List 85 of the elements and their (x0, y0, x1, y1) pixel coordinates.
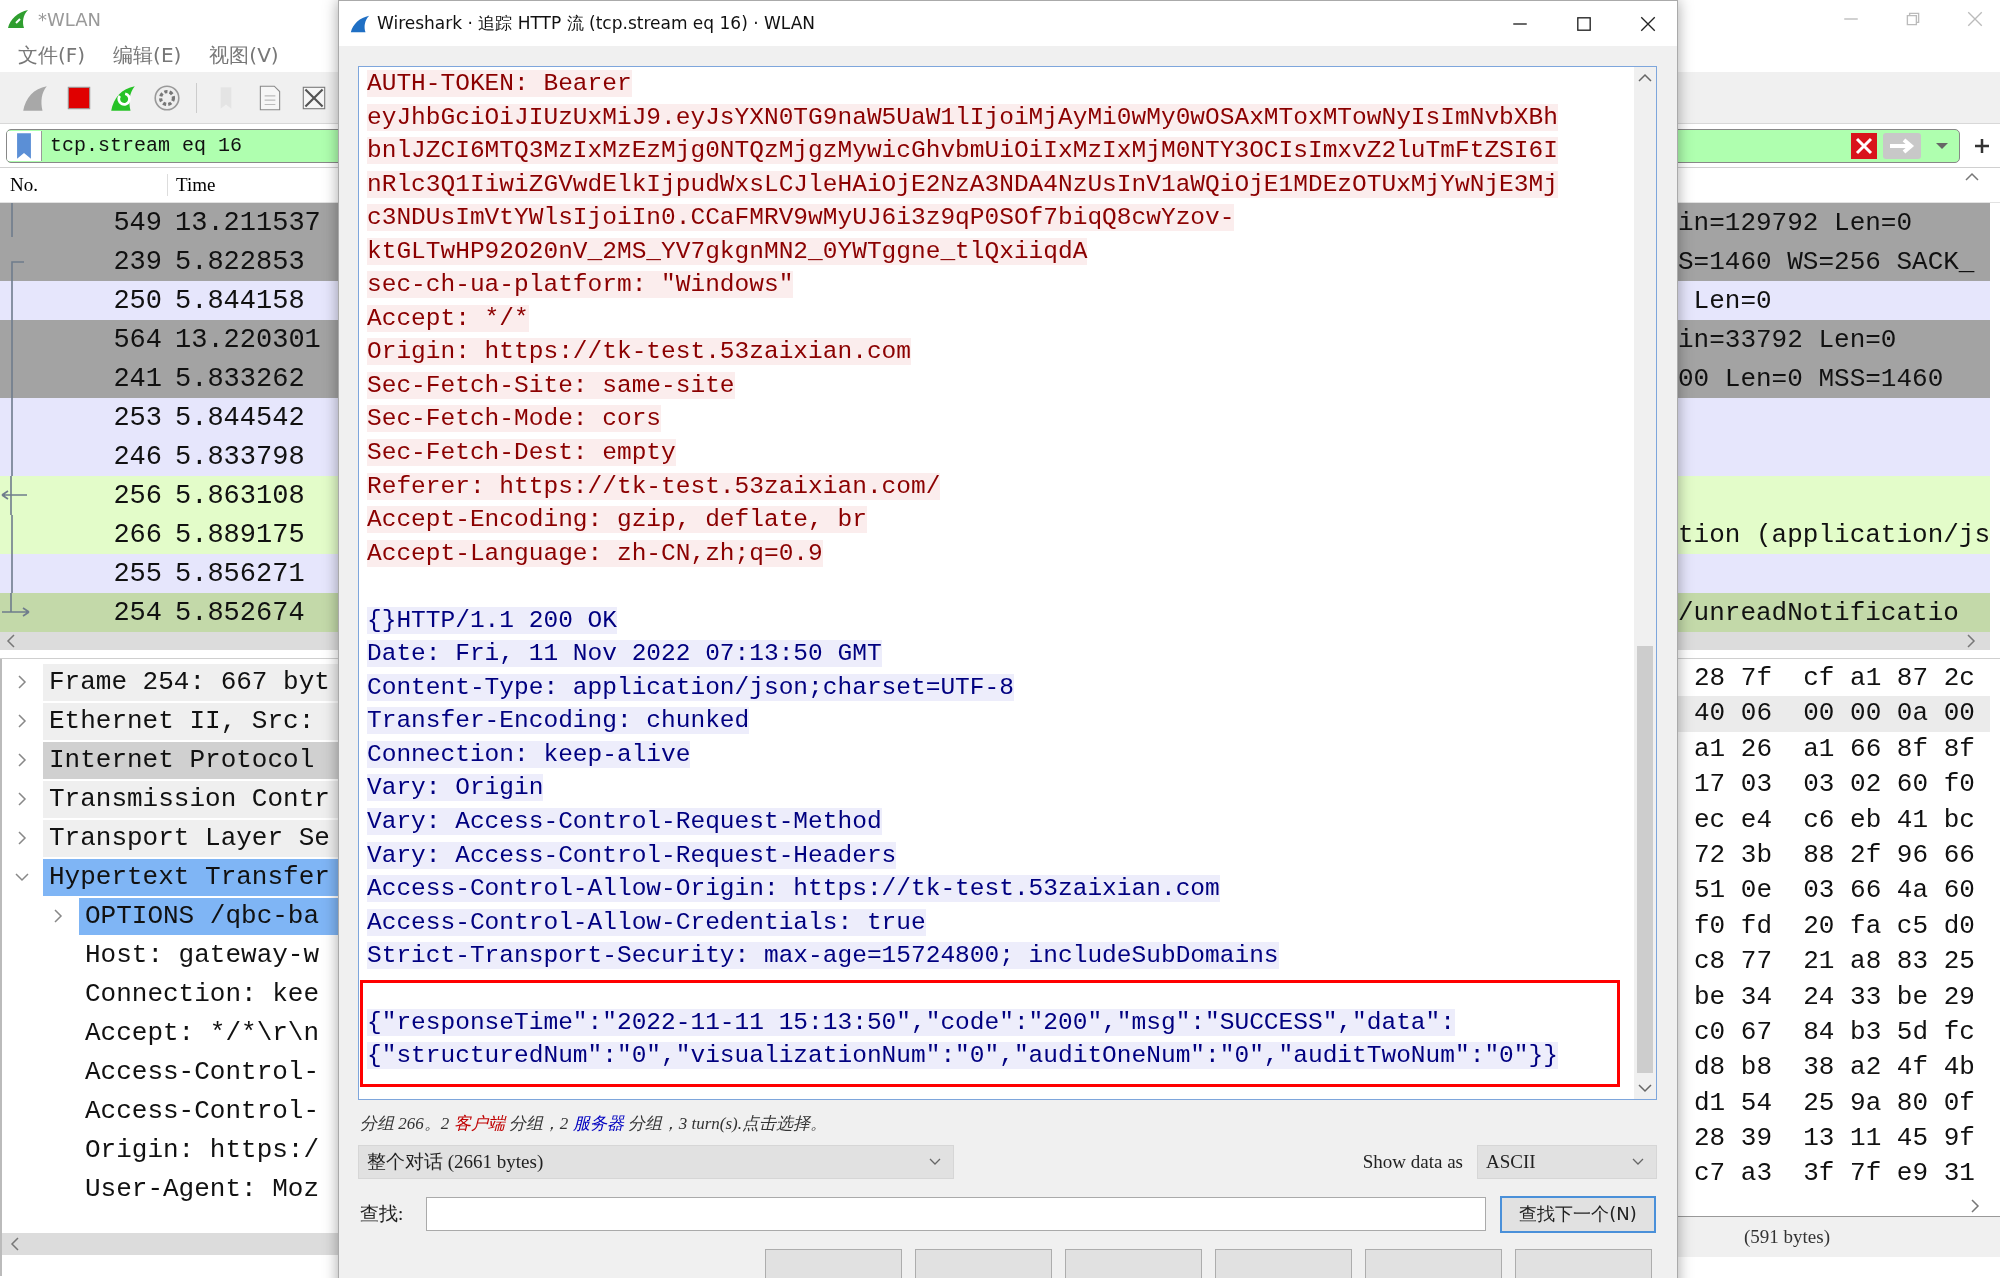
packet-number: 255 (112, 558, 162, 589)
packet-time: 13.211537 (175, 207, 321, 238)
dialog-button[interactable] (1365, 1249, 1502, 1278)
menu-item[interactable]: 视图(V) (209, 41, 279, 69)
hex-bytes: d8 b8 38 a2 4f 4b (1693, 1051, 1976, 1085)
scroll-down-icon[interactable] (1637, 1083, 1653, 1093)
packet-time: 5.833262 (175, 363, 305, 394)
packet-time: 5.844542 (175, 402, 305, 433)
app-icon (6, 9, 30, 29)
hex-bytes: 28 7f cf a1 87 2c (1693, 662, 1976, 695)
dialog-button[interactable] (1515, 1249, 1652, 1278)
show-data-label: Show data as (1362, 1151, 1463, 1173)
column-header[interactable]: Time (168, 174, 216, 196)
dropdown-caret-icon (929, 1158, 941, 1166)
hex-bytes: c7 a3 3f 7f e9 31 (1693, 1157, 1976, 1191)
packet-number: 253 (112, 402, 162, 433)
scroll-up-icon[interactable] (1964, 172, 1980, 182)
scroll-up-icon[interactable] (1637, 73, 1653, 83)
packet-number: 564 (112, 324, 162, 355)
hex-bytes: 51 0e 03 66 4a 60 (1693, 874, 1976, 908)
app-icon (349, 13, 371, 34)
hex-bytes: 40 06 00 00 0a 00 (1678, 696, 1990, 732)
show-data-select[interactable]: ASCII (1477, 1145, 1657, 1179)
packet-time: 5.863108 (175, 480, 305, 511)
hex-bytes: d1 54 25 9a 80 0f (1693, 1086, 1976, 1120)
conversation-select[interactable]: 整个对话 (2661 bytes) (358, 1145, 954, 1179)
packet-info: tion (application/js (1678, 519, 1991, 550)
window-title: Wireshark · 追踪 HTTP 流 (tcp.stream eq 16) · WLAN (377, 12, 815, 35)
packet-number: 266 (112, 519, 162, 550)
hex-bytes: a1 26 a1 66 8f 8f (1693, 732, 1976, 766)
hex-bytes: be 34 24 33 be 29 (1693, 980, 1976, 1014)
gear-icon[interactable] (152, 82, 182, 113)
menu-item[interactable]: 编辑(E) (113, 41, 182, 69)
packet-number: 254 (112, 597, 162, 628)
window-title: *WLAN (38, 8, 102, 30)
packet-time: 13.220301 (175, 324, 321, 355)
dropdown-caret-icon (1632, 1158, 1644, 1166)
hex-bytes: c8 77 21 a8 83 25 (1693, 945, 1976, 979)
dialog-button[interactable] (1065, 1249, 1202, 1278)
restore-icon[interactable] (1904, 10, 1922, 28)
packet-time: 5.889175 (175, 519, 305, 550)
dialog-button[interactable] (1215, 1249, 1352, 1278)
clear-icon[interactable] (1851, 132, 1877, 159)
status-text: (591 bytes) (1744, 1226, 1830, 1248)
find-field[interactable] (426, 1197, 1486, 1231)
menu-item[interactable]: 文件(F) (18, 41, 86, 69)
find-label: 查找: (359, 1202, 405, 1226)
packet-number: 250 (112, 285, 162, 316)
packet-number: 239 (112, 246, 162, 277)
bookmark-icon[interactable] (7, 130, 42, 161)
packet-number: 549 (112, 207, 162, 238)
packet-time: 5.833798 (175, 441, 305, 472)
packet-info: /unreadNotificatio (1678, 597, 1959, 628)
hex-bytes: ec e4 c6 eb 41 bc (1693, 803, 1976, 837)
packet-info: Len=0 (1692, 285, 1772, 316)
packet-number: 241 (112, 363, 162, 394)
stream-text-area[interactable] (358, 66, 1657, 1100)
close-icon[interactable] (1639, 14, 1657, 33)
packet-info: in=129792 Len=0 (1678, 207, 1913, 238)
hex-bytes: f0 fd 20 fa c5 d0 (1693, 909, 1976, 943)
hex-bytes: 17 03 03 02 60 f0 (1693, 768, 1976, 802)
packet-time: 5.856271 (175, 558, 305, 589)
scroll-left-icon[interactable] (10, 1236, 20, 1252)
stream-summary: 分组 266。2 客户端 分组，2 服务器 分组，3 turn(s).点击选择。 (359, 1112, 829, 1135)
hex-bytes: 28 39 13 11 45 9f (1693, 1122, 1976, 1156)
dropdown-caret-icon[interactable] (1935, 140, 1949, 151)
packet-info: S=1460 WS=256 SACK_ (1678, 246, 1975, 277)
packet-number: 246 (112, 441, 162, 472)
packet-time: 5.852674 (175, 597, 305, 628)
scroll-right-icon[interactable] (1966, 633, 1976, 649)
packet-time: 5.822853 (175, 246, 305, 277)
maximize-icon[interactable] (1575, 14, 1593, 33)
hex-bytes: 72 3b 88 2f 96 66 (1693, 838, 1976, 872)
column-header[interactable]: No. (0, 174, 168, 196)
packet-info: in=33792 Len=0 (1678, 324, 1897, 355)
packet-info: 00 Len=0 MSS=1460 (1678, 363, 1944, 394)
dialog-button[interactable] (915, 1249, 1052, 1278)
scrollbar-thumb[interactable] (1637, 646, 1653, 1073)
find-next-button[interactable]: 查找下一个(N) (1500, 1195, 1656, 1233)
hex-bytes: c0 67 84 b3 5d fc (1693, 1015, 1976, 1049)
dialog-button[interactable] (765, 1249, 902, 1278)
scroll-left-icon[interactable] (6, 633, 16, 649)
scroll-right-icon[interactable] (1970, 1198, 1980, 1214)
packet-time: 5.844158 (175, 285, 305, 316)
packet-number: 256 (112, 480, 162, 511)
